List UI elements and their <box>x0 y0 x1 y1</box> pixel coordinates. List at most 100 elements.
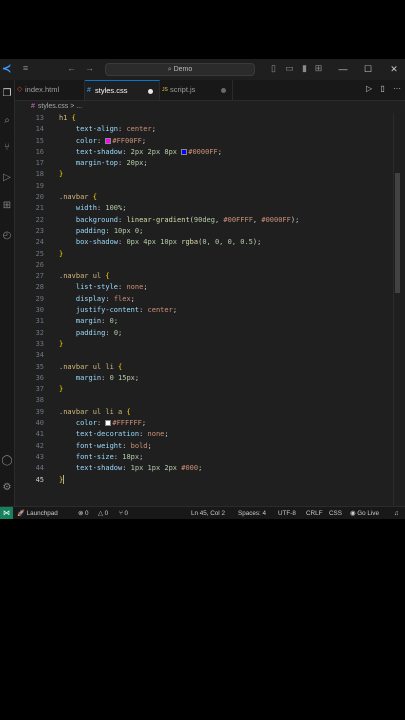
code-line[interactable]: 16 text-shadow: 2px 2px 8px #0000FF; <box>15 147 405 158</box>
code-line[interactable]: 40 color: #FFFFFF; <box>15 418 405 429</box>
menu-icon[interactable]: ≡ <box>20 64 31 73</box>
code-line[interactable]: 31 margin: 0; <box>15 316 405 327</box>
code-line[interactable]: 34 <box>15 350 405 361</box>
code-line[interactable]: 30 justify-content: center; <box>15 305 405 316</box>
color-swatch[interactable] <box>181 148 188 155</box>
line-number: 29 <box>35 294 44 303</box>
code-text: } <box>59 249 64 258</box>
line-number: 21 <box>35 204 44 213</box>
color-swatch[interactable] <box>105 420 112 427</box>
files-icon[interactable]: ❐ <box>1 88 13 100</box>
problems-errors[interactable]: ⊗ 0 <box>78 507 89 519</box>
code-line[interactable]: 39 .navbar ul li a { <box>15 407 405 418</box>
unsaved-dot-icon[interactable] <box>148 89 153 94</box>
code-text: .navbar ul li a { <box>59 407 131 416</box>
indentation[interactable]: Spaces: 4 <box>238 507 266 519</box>
maximize-button[interactable]: ☐ <box>362 63 374 75</box>
notifications-bell-icon[interactable]: ♫ <box>394 507 399 519</box>
code-line[interactable]: 27 .navbar ul { <box>15 271 405 282</box>
breadcrumb-sep[interactable]: > ... <box>70 103 82 110</box>
language-mode[interactable]: CSS <box>329 507 342 519</box>
code-line[interactable]: 28 list-style: none; <box>15 282 405 293</box>
launchpad-item[interactable]: 🚀 Launchpad <box>17 507 58 519</box>
color-swatch[interactable] <box>105 137 112 144</box>
line-number: 13 <box>35 114 44 122</box>
code-line[interactable]: 25} <box>15 249 405 260</box>
toggle-secondary-sidebar-icon[interactable]: ▮ <box>299 64 310 73</box>
vscode-window: ≺ ≡ ← → ⌕ Demo ▯ ▭ ▮ ⊞ — ☐ ✕ ❐ ⌕ ⑂ ▷ ⊞ ◴ … <box>0 59 405 519</box>
code-line[interactable]: 14 text-align: center; <box>15 124 405 135</box>
run-icon[interactable]: ▷ <box>366 84 372 93</box>
code-text: margin: 0; <box>75 317 119 326</box>
code-line[interactable]: 24 box-shadow: 0px 4px 10px rgba(0, 0, 0… <box>15 237 405 248</box>
breadcrumb-file[interactable]: styles.css <box>38 103 68 110</box>
code-editor[interactable]: 13 h1 {14 text-align: center; 15 color: #F… <box>15 113 400 510</box>
activity-bar: ❐ ⌕ ⑂ ▷ ⊞ ◴ ◯ ⚙ <box>0 80 15 510</box>
line-number: 16 <box>35 147 44 156</box>
encoding[interactable]: UTF-8 <box>278 507 296 519</box>
split-editor-icon[interactable]: ▯ <box>380 84 384 93</box>
unsaved-dot-icon[interactable] <box>221 88 226 93</box>
code-line[interactable]: 38 <box>15 395 405 406</box>
code-line[interactable]: 42 font-weight: bold; <box>15 441 405 452</box>
code-line[interactable]: 21 width: 100%; <box>15 203 405 214</box>
toggle-panel-icon[interactable]: ▭ <box>284 64 295 73</box>
code-text: color: #FF00FF; <box>75 136 147 145</box>
line-number: 15 <box>35 136 44 145</box>
code-text: h1 { <box>59 114 76 122</box>
extensions-icon[interactable]: ⊞ <box>1 200 13 212</box>
run-debug-icon[interactable]: ▷ <box>1 172 13 184</box>
code-line[interactable]: 18} <box>15 169 405 180</box>
code-text: box-shadow: 0px 4px 10px rgba(0, 0, 0, 0… <box>75 238 262 247</box>
code-line[interactable]: 35 .navbar ul li { <box>15 362 405 373</box>
code-line[interactable]: 36 margin: 0 15px; <box>15 373 405 384</box>
scrollbar-thumb[interactable] <box>395 173 400 293</box>
remote-indicator-icon[interactable]: ⋈ <box>0 507 13 519</box>
line-number: 28 <box>35 283 44 292</box>
back-arrow-icon[interactable]: ← <box>66 64 77 73</box>
code-line[interactable]: 19 <box>15 181 405 192</box>
close-window-button[interactable]: ✕ <box>388 63 400 75</box>
source-control-icon[interactable]: ⑂ <box>1 142 13 154</box>
code-line[interactable]: 15 color: #FF00FF; <box>15 136 405 147</box>
code-line[interactable]: 45} <box>15 475 405 486</box>
command-center-search[interactable]: ⌕ Demo <box>105 63 255 76</box>
tab-label: styles.css <box>95 86 128 95</box>
ports-item[interactable]: ⑂ 0 <box>119 507 128 519</box>
line-number: 41 <box>35 430 44 439</box>
editor-scrollbar[interactable] <box>393 113 400 510</box>
code-line[interactable]: 20 .navbar { <box>15 192 405 203</box>
line-number: 30 <box>35 306 44 315</box>
toggle-sidebar-icon[interactable]: ▯ <box>268 64 279 73</box>
code-line[interactable]: 29 display: flex; <box>15 294 405 305</box>
code-line[interactable]: 23 padding: 10px 0; <box>15 226 405 237</box>
code-line[interactable]: 33} <box>15 339 405 350</box>
code-line[interactable]: 17 margin-top: 20px; <box>15 158 405 169</box>
customize-layout-icon[interactable]: ⊞ <box>313 64 324 73</box>
code-line[interactable]: 13 h1 { <box>15 113 405 124</box>
more-actions-icon[interactable]: ··· <box>393 84 401 93</box>
settings-gear-icon[interactable]: ⚙ <box>1 482 13 494</box>
minimize-button[interactable]: — <box>337 63 349 75</box>
code-line[interactable]: 32 padding: 0; <box>15 328 405 339</box>
tab-index-html[interactable]: ◇ index.html <box>15 80 85 100</box>
cursor-position[interactable]: Ln 45, Col 2 <box>191 507 225 519</box>
code-line[interactable]: 44 text-shadow: 1px 1px 2px #000; <box>15 463 405 474</box>
code-line[interactable]: 43 font-size: 18px; <box>15 452 405 463</box>
remote-explorer-icon[interactable]: ◴ <box>1 230 13 242</box>
code-line[interactable]: 22 background: linear-gradient(90deg, #0… <box>15 215 405 226</box>
problems-warnings[interactable]: △ 0 <box>98 507 108 519</box>
go-live-button[interactable]: ◉ Go Live <box>350 507 379 519</box>
tab-script-js[interactable]: JS script.js <box>160 80 233 100</box>
line-number: 26 <box>35 260 44 269</box>
search-icon[interactable]: ⌕ <box>1 115 13 127</box>
code-line[interactable]: 26 <box>15 260 405 271</box>
end-of-line[interactable]: CRLF <box>306 507 322 519</box>
code-line[interactable]: 37} <box>15 384 405 395</box>
code-line[interactable]: 41 text-decoration: none; <box>15 429 405 440</box>
tab-styles-css[interactable]: # styles.css <box>85 80 160 100</box>
line-number: 34 <box>35 351 44 360</box>
js-file-icon: JS <box>162 87 168 93</box>
accounts-icon[interactable]: ◯ <box>1 455 13 467</box>
forward-arrow-icon[interactable]: → <box>84 64 95 73</box>
